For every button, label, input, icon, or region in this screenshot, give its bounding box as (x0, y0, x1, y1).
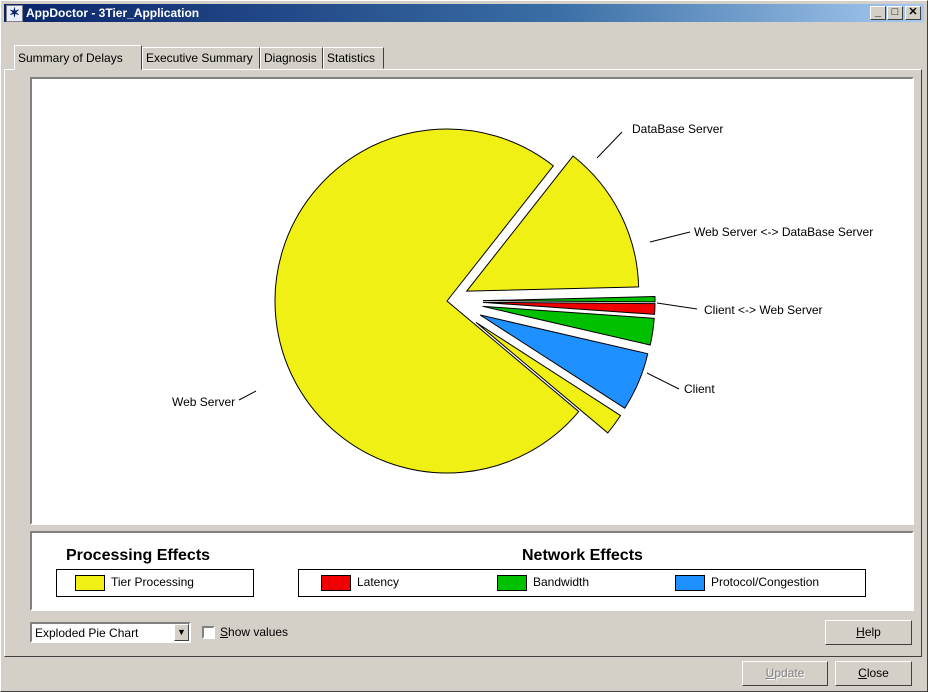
legend-item-bandwidth: Bandwidth (497, 575, 589, 591)
tab-statistics[interactable]: Statistics (323, 47, 384, 69)
minimize-icon[interactable]: _ (870, 6, 886, 20)
chart-area: Web Server DataBase Server Web Server <-> … (30, 77, 914, 525)
title-bar[interactable]: ✶ AppDoctor - 3Tier_Application _ □ ✕ (4, 4, 924, 22)
tab-executive-summary[interactable]: Executive Summary (142, 47, 260, 69)
chart-type-select[interactable]: Exploded Pie Chart ▼ (30, 622, 191, 643)
tab-label: Diagnosis (264, 51, 317, 65)
slice-leader-line (656, 302, 698, 310)
show-values-checkbox[interactable] (202, 626, 215, 639)
tier-processing-swatch (75, 575, 105, 591)
show-values-label[interactable]: Show values (220, 625, 288, 639)
slice-label: Client <-> Web Server (704, 303, 823, 317)
latency-swatch (321, 575, 351, 591)
slice-label: DataBase Server (632, 122, 723, 136)
slice-leader-line (649, 231, 691, 243)
close-button[interactable]: Close (835, 661, 912, 686)
legend-item-tier-processing: Tier Processing (75, 575, 194, 591)
tab-label: Executive Summary (146, 51, 253, 65)
legend-item-latency: Latency (321, 575, 399, 591)
slice-label: Web Server (172, 395, 235, 409)
legend-panel: Processing Effects Network Effects Tier … (30, 531, 914, 611)
pie-slice (482, 295, 656, 303)
tab-label: Statistics (327, 51, 376, 65)
slice-leader-line (596, 131, 623, 159)
maximize-icon[interactable]: □ (887, 6, 903, 20)
legend-label: Bandwidth (533, 575, 590, 590)
chevron-down-icon[interactable]: ▼ (174, 624, 189, 641)
processing-legend-group: Tier Processing (56, 569, 254, 597)
update-button[interactable]: Update (742, 661, 828, 686)
protocol-congestion-swatch (675, 575, 705, 591)
legend-label: Tier Processing (111, 575, 194, 590)
appdoctor-star-icon: ✶ (6, 5, 23, 22)
slice-label: Web Server <-> DataBase Server (694, 225, 873, 239)
tab-diagnosis[interactable]: Diagnosis (260, 47, 323, 69)
slice-leader-line (238, 390, 257, 401)
window-title: AppDoctor - 3Tier_Application (26, 6, 200, 20)
tab-summary-of-delays[interactable]: Summary of Delays (14, 45, 142, 70)
chart-type-value: Exploded Pie Chart (35, 626, 139, 640)
processing-effects-heading: Processing Effects (66, 547, 211, 564)
legend-label: Protocol/Congestion (711, 575, 820, 590)
help-button[interactable]: Help (825, 620, 912, 645)
legend-label: Latency (357, 575, 400, 590)
bandwidth-swatch (497, 575, 527, 591)
network-effects-heading: Network Effects (522, 547, 643, 564)
close-window-icon[interactable]: ✕ (905, 6, 921, 20)
slice-label: Client (684, 382, 715, 396)
exploded-pie-chart: Web Server DataBase Server Web Server <-> … (172, 122, 873, 474)
appdoctor-window: ✶ AppDoctor - 3Tier_Application _ □ ✕ Su… (0, 0, 928, 692)
tab-label: Summary of Delays (18, 51, 123, 65)
network-legend-group: Latency Bandwidth Protocol/Congestion (298, 569, 866, 597)
slice-leader-line (646, 372, 680, 390)
legend-item-protocol-congestion: Protocol/Congestion (675, 575, 819, 591)
